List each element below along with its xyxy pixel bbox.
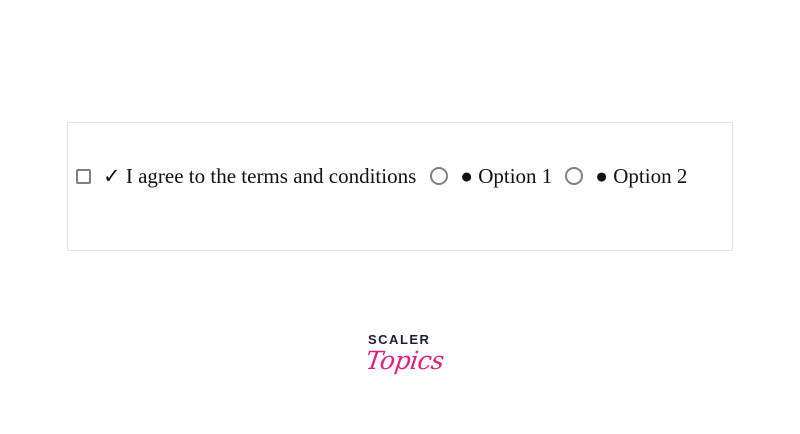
demo-output-box: ✓ I agree to the terms and conditions ● … (67, 122, 733, 251)
logo-text-topics: Topics (363, 346, 446, 375)
option-1-label: ● Option 1 (460, 163, 553, 188)
agree-checkbox[interactable] (76, 168, 91, 184)
option-2-label: ● Option 2 (595, 163, 688, 188)
option-1-radio[interactable] (430, 167, 449, 185)
option-2-radio[interactable] (565, 167, 584, 185)
scaler-topics-logo: SCALER Topics (360, 332, 446, 392)
agree-label: ✓ I agree to the terms and conditions (103, 163, 417, 188)
logo-text-scaler: SCALER (368, 332, 431, 347)
form-row: ✓ I agree to the terms and conditions ● … (76, 162, 687, 190)
